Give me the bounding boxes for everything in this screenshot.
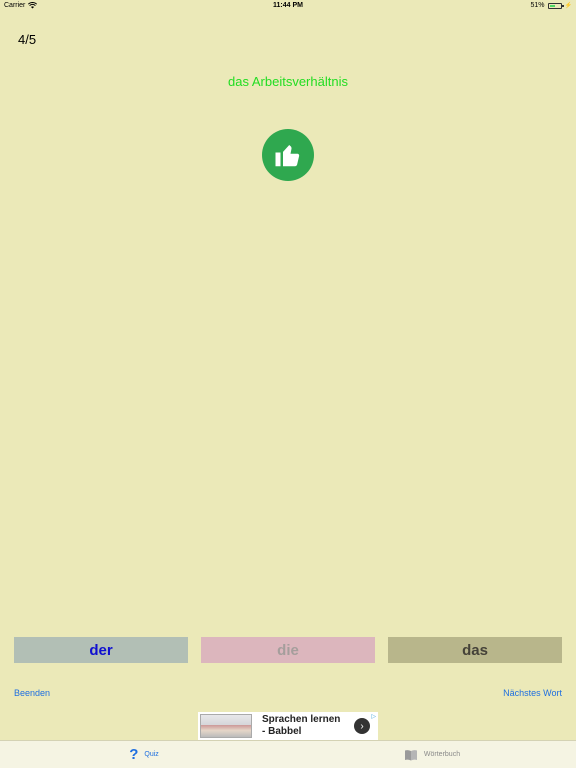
article-das-button[interactable]: das — [388, 637, 562, 663]
book-icon — [404, 749, 417, 760]
question-mark-icon: ? — [129, 746, 139, 763]
adchoices-icon[interactable]: ▷ — [371, 713, 376, 720]
ad-line-2: - Babbel — [262, 726, 302, 737]
article-die-button[interactable]: die — [201, 637, 375, 663]
next-word-link[interactable]: Nächstes Wort — [503, 688, 562, 698]
battery-info: 51% ⚡ — [531, 2, 573, 9]
quiz-word: das Arbeitsverhältnis — [228, 74, 348, 89]
tab-quiz[interactable]: ? Quiz — [0, 741, 288, 768]
article-der-button[interactable]: der — [14, 637, 188, 663]
charging-icon: ⚡ — [564, 3, 572, 9]
tab-bar: ? Quiz Wörterbuch — [0, 740, 576, 768]
chevron-right-icon[interactable]: › — [354, 718, 370, 734]
ad-line-1: Sprachen lernen — [262, 714, 341, 725]
battery-percent: 51% — [530, 2, 545, 9]
end-quiz-link[interactable]: Beenden — [14, 688, 50, 698]
thumbs-up-icon — [262, 129, 314, 181]
tab-dictionary-label: Wörterbuch — [423, 751, 461, 758]
ad-image — [200, 714, 252, 738]
status-bar: Carrier 11:44 PM 51% ⚡ — [0, 0, 576, 12]
ad-text: Sprachen lernen - Babbel — [262, 714, 354, 738]
tab-quiz-label: Quiz — [144, 751, 159, 758]
quiz-progress: 4/5 — [18, 32, 37, 47]
tab-dictionary[interactable]: Wörterbuch — [288, 741, 576, 768]
battery-icon — [547, 2, 564, 9]
status-time: 11:44 PM — [273, 2, 303, 9]
ad-banner[interactable]: Sprachen lernen - Babbel › ▷ — [198, 712, 378, 740]
